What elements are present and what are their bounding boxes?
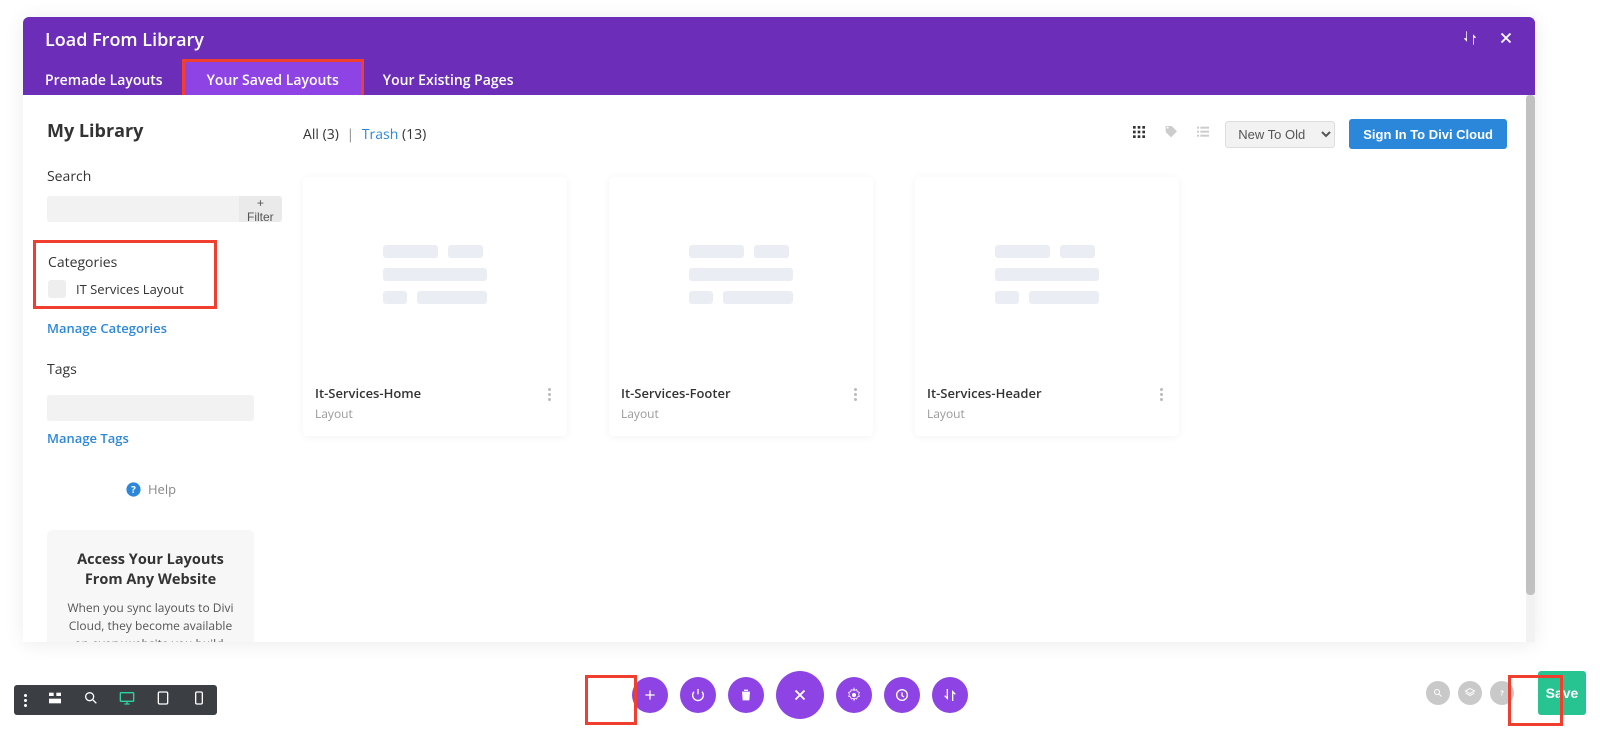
phone-icon[interactable] [191, 689, 207, 711]
save-button[interactable]: Save [1538, 671, 1586, 715]
svg-text:?: ? [1500, 689, 1504, 699]
scrollbar[interactable] [1526, 95, 1535, 642]
wireframe-icon[interactable] [47, 689, 63, 711]
card-title: It-Services-Footer [621, 384, 731, 402]
tabs: Premade Layouts Your Saved Layouts Your … [23, 62, 1535, 98]
annotation-add-button [585, 675, 637, 725]
category-label: IT Services Layout [76, 280, 184, 298]
search-label: Search [47, 167, 279, 186]
bottom-center-toolbar [632, 671, 968, 719]
more-icon[interactable] [24, 694, 27, 707]
load-library-modal: Load From Library Premade Layouts Your S… [23, 17, 1535, 642]
tags-label: Tags [47, 360, 279, 379]
help-circle-icon[interactable]: ? [1490, 681, 1514, 705]
card-title: It-Services-Home [315, 384, 421, 402]
promo-title: Access Your Layouts From Any Website [61, 550, 240, 589]
history-button[interactable] [884, 677, 920, 713]
sidebar-heading: My Library [47, 119, 279, 143]
card-title: It-Services-Header [927, 384, 1042, 402]
layouts-grid: It-Services-Home Layout [303, 177, 1507, 436]
portability-button[interactable] [932, 677, 968, 713]
modal-title: Load From Library [45, 28, 204, 52]
modal-body: My Library Search + Filter Categories IT… [23, 95, 1535, 642]
close-builder-button[interactable] [776, 671, 824, 719]
card-menu-icon[interactable] [544, 384, 555, 405]
tablet-icon[interactable] [155, 689, 171, 711]
search-page-icon[interactable] [1426, 681, 1450, 705]
bottom-right-toolbar: ? Save [1426, 671, 1586, 715]
sort-toggle-icon[interactable] [1461, 29, 1479, 52]
tag-view-icon[interactable] [1163, 123, 1179, 145]
list-view-icon[interactable] [1195, 123, 1211, 145]
result-counts: All (3) | Trash (13) [303, 125, 426, 144]
layout-card: It-Services-Header Layout [915, 177, 1179, 436]
promo-text: When you sync layouts to Divi Cloud, the… [61, 599, 240, 642]
tab-your-existing-pages[interactable]: Your Existing Pages [361, 62, 536, 98]
checkbox-icon[interactable] [48, 280, 66, 298]
layout-preview[interactable] [915, 177, 1179, 372]
add-button[interactable] [632, 677, 668, 713]
signin-button[interactable]: Sign In To Divi Cloud [1349, 119, 1507, 149]
categories-section: Categories IT Services Layout [33, 240, 217, 309]
help-link[interactable]: ? Help [47, 480, 254, 498]
modal-header: Load From Library Premade Layouts Your S… [23, 17, 1535, 95]
card-subtitle: Layout [315, 405, 421, 422]
filter-button[interactable]: + Filter [239, 196, 282, 222]
trash-button[interactable] [728, 677, 764, 713]
zoom-icon[interactable] [83, 689, 99, 711]
card-menu-icon[interactable] [850, 384, 861, 405]
sidebar: My Library Search + Filter Categories IT… [23, 95, 279, 642]
close-icon[interactable] [1497, 29, 1515, 52]
layout-preview[interactable] [303, 177, 567, 372]
sort-select[interactable]: New To Old [1225, 121, 1335, 148]
tab-premade-layouts[interactable]: Premade Layouts [23, 62, 185, 98]
all-label[interactable]: All [303, 125, 319, 144]
categories-label: Categories [48, 253, 202, 272]
grid-view-icon[interactable] [1131, 123, 1147, 145]
bottom-left-toolbar [14, 685, 217, 715]
tags-input[interactable] [47, 395, 254, 421]
help-label: Help [148, 480, 176, 498]
card-menu-icon[interactable] [1156, 384, 1167, 405]
card-subtitle: Layout [927, 405, 1042, 422]
settings-button[interactable] [836, 677, 872, 713]
main-area: All (3) | Trash (13) New To Old Sign [279, 95, 1535, 642]
card-subtitle: Layout [621, 405, 731, 422]
search-input[interactable] [47, 196, 239, 222]
trash-link[interactable]: Trash [362, 125, 398, 144]
layers-icon[interactable] [1458, 681, 1482, 705]
layout-card: It-Services-Home Layout [303, 177, 567, 436]
promo-box: Access Your Layouts From Any Website Whe… [47, 530, 254, 642]
layout-preview[interactable] [609, 177, 873, 372]
desktop-icon[interactable] [119, 689, 135, 711]
layout-card: It-Services-Footer Layout [609, 177, 873, 436]
manage-tags-link[interactable]: Manage Tags [47, 429, 129, 447]
power-button[interactable] [680, 677, 716, 713]
category-row[interactable]: IT Services Layout [48, 280, 202, 298]
manage-categories-link[interactable]: Manage Categories [47, 319, 167, 337]
svg-text:?: ? [131, 482, 136, 496]
